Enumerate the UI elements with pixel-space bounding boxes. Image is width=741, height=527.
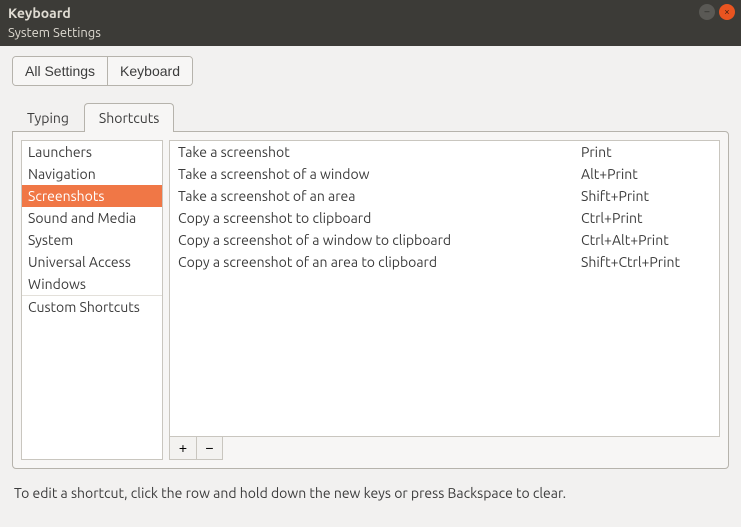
- minimize-button[interactable]: –: [699, 4, 715, 20]
- window-controls: – ×: [699, 4, 735, 20]
- hint-text: To edit a shortcut, click the row and ho…: [0, 477, 741, 515]
- window-title: Keyboard: [8, 5, 71, 21]
- titlebar: Keyboard – ×: [0, 0, 741, 26]
- remove-shortcut-button[interactable]: −: [196, 437, 222, 459]
- shortcut-row[interactable]: Copy a screenshot to clipboard Ctrl+Prin…: [170, 207, 719, 229]
- category-custom-shortcuts[interactable]: Custom Shortcuts: [22, 296, 162, 318]
- category-system[interactable]: System: [22, 229, 162, 251]
- shortcut-desc: Copy a screenshot of a window to clipboa…: [178, 232, 581, 248]
- tab-shortcuts[interactable]: Shortcuts: [84, 103, 174, 132]
- shortcut-area: Take a screenshot Print Take a screensho…: [169, 140, 720, 460]
- subtitle-bar: System Settings: [0, 26, 741, 46]
- shortcut-desc: Copy a screenshot of an area to clipboar…: [178, 254, 581, 270]
- category-screenshots[interactable]: Screenshots: [22, 185, 162, 207]
- shortcut-keys: Ctrl+Alt+Print: [581, 232, 711, 248]
- category-navigation[interactable]: Navigation: [22, 163, 162, 185]
- shortcut-row[interactable]: Take a screenshot of an area Shift+Print: [170, 185, 719, 207]
- category-sidebar: Launchers Navigation Screenshots Sound a…: [21, 140, 163, 460]
- category-windows[interactable]: Windows: [22, 273, 162, 295]
- shortcut-row[interactable]: Take a screenshot Print: [170, 141, 719, 163]
- category-universal-access[interactable]: Universal Access: [22, 251, 162, 273]
- shortcut-keys: Alt+Print: [581, 166, 711, 182]
- tab-typing[interactable]: Typing: [12, 103, 84, 132]
- close-button[interactable]: ×: [719, 4, 735, 20]
- shortcut-keys: Ctrl+Print: [581, 210, 711, 226]
- shortcut-keys: Shift+Print: [581, 188, 711, 204]
- shortcut-row[interactable]: Take a screenshot of a window Alt+Print: [170, 163, 719, 185]
- shortcut-desc: Take a screenshot: [178, 144, 581, 160]
- breadcrumb-bar: All Settings Keyboard: [0, 46, 741, 92]
- shortcut-list: Take a screenshot Print Take a screensho…: [169, 140, 720, 437]
- shortcut-row[interactable]: Copy a screenshot of a window to clipboa…: [170, 229, 719, 251]
- all-settings-button[interactable]: All Settings: [13, 57, 107, 85]
- category-sound-and-media[interactable]: Sound and Media: [22, 207, 162, 229]
- breadcrumb-current[interactable]: Keyboard: [107, 57, 192, 85]
- shortcut-desc: Take a screenshot of a window: [178, 166, 581, 182]
- category-launchers[interactable]: Launchers: [22, 141, 162, 163]
- shortcut-row[interactable]: Copy a screenshot of an area to clipboar…: [170, 251, 719, 273]
- shortcut-keys: Print: [581, 144, 711, 160]
- shortcut-desc: Copy a screenshot to clipboard: [178, 210, 581, 226]
- shortcuts-panel: Launchers Navigation Screenshots Sound a…: [12, 131, 729, 469]
- subtitle-text: System Settings: [8, 26, 101, 40]
- tab-bar: Typing Shortcuts: [12, 102, 729, 131]
- breadcrumb: All Settings Keyboard: [12, 56, 193, 86]
- shortcut-keys: Shift+Ctrl+Print: [581, 254, 711, 270]
- add-remove-toolbar: + −: [169, 437, 223, 460]
- shortcut-desc: Take a screenshot of an area: [178, 188, 581, 204]
- add-shortcut-button[interactable]: +: [170, 437, 196, 459]
